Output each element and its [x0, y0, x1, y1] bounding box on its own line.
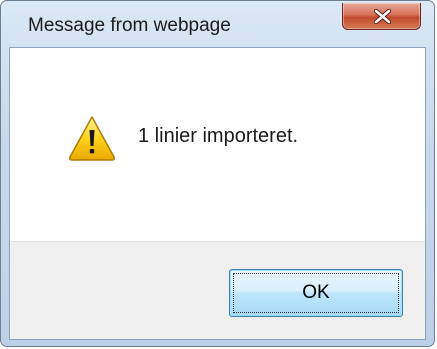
- ok-button[interactable]: OK: [229, 269, 403, 317]
- dialog-title: Message from webpage: [28, 15, 231, 36]
- dialog-message: 1 linier importeret.: [138, 125, 299, 147]
- close-button[interactable]: [342, 3, 421, 30]
- close-icon: [374, 9, 391, 24]
- ok-button-label: OK: [233, 273, 399, 313]
- warning-icon: [68, 114, 116, 162]
- dialog-body: 1 linier importeret. OK: [9, 47, 426, 340]
- dialog-window: Message from webpage 1 linier importeret…: [0, 0, 435, 347]
- title-bar[interactable]: Message from webpage: [1, 1, 434, 47]
